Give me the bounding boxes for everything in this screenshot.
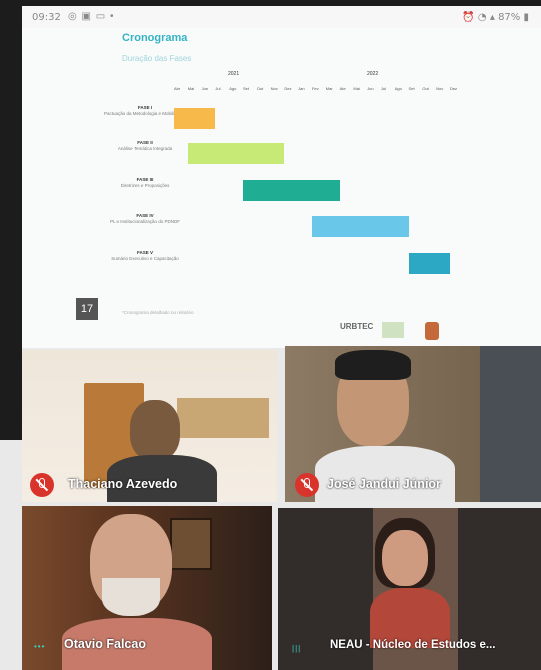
wall-picture xyxy=(170,518,212,570)
year-label-2021: 2021 xyxy=(228,71,240,77)
status-bar: 09:32 ◎ ▣ ▭ • ⏰ ◔ ▴ 87% ▮ xyxy=(22,6,541,28)
speaking-indicator-icon: ••• xyxy=(34,642,46,651)
gantt-bar xyxy=(243,180,340,201)
month-tick: Jul xyxy=(215,86,221,91)
device-frame-left xyxy=(0,0,22,440)
month-tick: Abr xyxy=(339,86,346,91)
month-tick: Mai xyxy=(353,86,360,91)
month-tick: Set xyxy=(242,86,249,91)
month-tick: Jun xyxy=(201,86,209,91)
phase-description: PL e Institucionalização do PDNDF xyxy=(109,219,181,224)
month-tick: Ago xyxy=(394,86,402,91)
mic-off-icon xyxy=(30,473,54,497)
month-axis: Abr Mai Jun Jul Ago Set Out Nov Dez Jan Fev Mar Abr M… xyxy=(174,86,464,91)
participant-name: José Jandui Júnior xyxy=(327,477,441,491)
shared-screen-slide[interactable]: Cronograma Duração das Fases 2021 2022 A… xyxy=(22,28,541,348)
video-tile-neau[interactable]: ||| NEAU - Núcleo de Estudos e... xyxy=(278,508,541,670)
slide-subtitle: Duração das Fases xyxy=(122,54,192,63)
emblem-logo xyxy=(425,322,439,340)
month-tick: Mai xyxy=(187,86,195,91)
slide-title: Cronograma xyxy=(122,32,188,44)
battery-icon: ▮ xyxy=(523,12,529,23)
month-tick: Dez xyxy=(449,86,458,91)
month-tick: Nov xyxy=(436,86,444,91)
notification-icons: ◎ ▣ ▭ • xyxy=(68,11,115,22)
slide-page-number: 17 xyxy=(76,298,98,320)
month-tick: Abr xyxy=(174,86,181,91)
participant-head xyxy=(382,530,428,586)
gantt-bar xyxy=(187,143,285,164)
slide-footnote: *Cronograma detalhado no relatório xyxy=(122,310,194,315)
gantt-bar xyxy=(408,253,450,274)
month-tick: Jan xyxy=(298,86,305,91)
month-tick: Dez xyxy=(284,86,292,91)
phase-label: FASE IV PL e Institucionalização do PDNDF xyxy=(82,213,208,225)
wifi-icon: ◔ xyxy=(477,12,487,23)
participant-head xyxy=(130,400,180,460)
system-tray: ⏰ ◔ ▴ 87% ▮ xyxy=(462,12,529,23)
month-tick: Jun xyxy=(367,86,374,91)
month-tick: Fev xyxy=(311,86,319,91)
speaking-indicator-icon: ||| xyxy=(292,644,302,653)
participant-name: NEAU - Núcleo de Estudos e... xyxy=(330,639,496,651)
mic-off-icon xyxy=(295,473,319,497)
partner-logo xyxy=(382,322,404,338)
signal-icon: ▴ xyxy=(489,12,495,23)
participant-body xyxy=(315,446,455,502)
whatsapp-icon: ◎ xyxy=(68,11,78,22)
phase-label: FASE III Diretrizes e Proposições xyxy=(82,177,208,189)
video-tile-otavio[interactable]: ••• Otavio Falcao xyxy=(22,506,272,670)
background-shape xyxy=(480,346,541,502)
month-tick: Out xyxy=(256,86,264,91)
video-tile-thaciano[interactable]: Thaciano Azevedo xyxy=(22,350,277,502)
month-tick: Mar xyxy=(325,86,333,91)
bookshelf-shape xyxy=(177,398,269,438)
screenshot-icon: ▭ xyxy=(95,11,107,22)
phase-description: Diretrizes e Proposições xyxy=(120,183,170,188)
instagram-icon: ▣ xyxy=(81,11,92,22)
gantt-bar xyxy=(174,108,216,129)
participant-name: Thaciano Azevedo xyxy=(68,477,178,491)
battery-percent: 87% xyxy=(498,12,521,23)
phase-description: Sumário Executivo e Capacitação xyxy=(111,256,179,261)
gantt-bar xyxy=(312,216,409,237)
alarm-icon: ⏰ xyxy=(462,12,475,23)
clock: 09:32 xyxy=(32,12,61,23)
urbtec-logo: URBTEC xyxy=(340,322,374,331)
month-tick: Set xyxy=(408,86,415,91)
participant-hair xyxy=(335,350,411,380)
phase-description: Análise Temática Integrada xyxy=(117,146,173,151)
dot-icon: • xyxy=(109,11,115,22)
phase-label: FASE V Sumário Executivo e Capacitação xyxy=(82,250,208,262)
month-tick: Ago xyxy=(229,86,237,91)
year-label-2022: 2022 xyxy=(367,71,379,77)
month-tick: Out xyxy=(422,86,429,91)
month-tick: Nov xyxy=(270,86,278,91)
participant-name: Otavio Falcao xyxy=(64,637,146,651)
month-tick: Jul xyxy=(380,86,387,91)
video-tile-jose[interactable]: José Jandui Júnior xyxy=(285,346,541,502)
participant-beard xyxy=(102,578,160,616)
